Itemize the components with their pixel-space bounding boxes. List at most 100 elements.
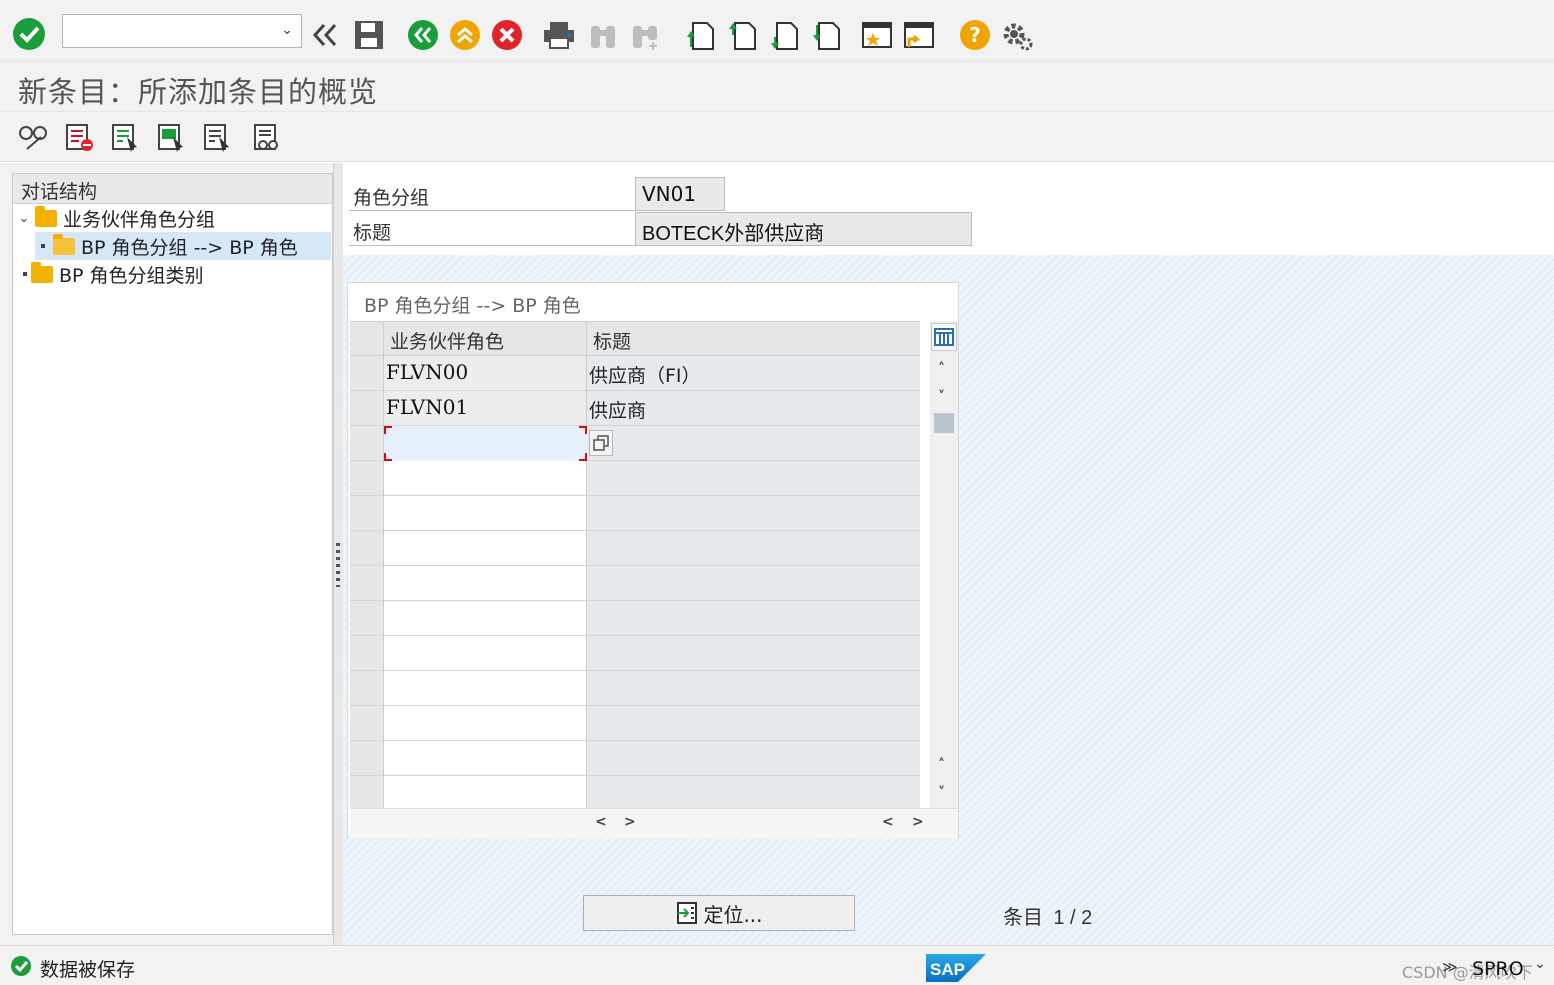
scroll-left-icon[interactable]: < [595, 814, 607, 830]
role-cell[interactable] [384, 531, 587, 566]
role-cell[interactable] [384, 706, 587, 741]
table-row[interactable] [350, 601, 920, 636]
tree-item-group-category[interactable]: BP 角色分组类别 [17, 260, 204, 288]
find-icon[interactable] [586, 18, 620, 52]
tree-item-label: 业务伙伴角色分组 [63, 208, 216, 231]
table-settings-icon[interactable] [931, 323, 957, 351]
role-cell[interactable] [384, 636, 587, 671]
detail-area: 角色分组 VN01 标题 BOTECK外部供应商 BP 角色分组 --> BP … [343, 163, 1554, 945]
pane-splitter[interactable] [333, 163, 343, 945]
chevron-down-icon[interactable]: ⌄ [1534, 956, 1546, 972]
scroll-up-icon[interactable]: ˄ [938, 361, 945, 377]
svg-text:SAP: SAP [930, 960, 965, 979]
print-icon[interactable] [542, 18, 576, 52]
scroll-page-up-icon[interactable]: ˄ [938, 757, 945, 773]
title-cell [587, 496, 920, 531]
table-row[interactable] [350, 461, 920, 496]
first-page-icon[interactable] [682, 18, 716, 52]
row-selector[interactable] [350, 426, 384, 461]
help-icon[interactable]: ? [958, 18, 992, 52]
transaction-code[interactable]: SPRO [1472, 958, 1524, 980]
settings-gear-icon[interactable] [1000, 18, 1034, 52]
status-bar: 数据被保存 SAP CSDN @清风吹下 ≫ SPRO ⌄ [0, 945, 1554, 985]
table-row[interactable] [350, 706, 920, 741]
row-selector-header[interactable] [350, 322, 384, 356]
table-row[interactable] [350, 566, 920, 601]
role-group-field: VN01 [635, 177, 725, 211]
scroll-right-icon[interactable]: > [912, 814, 924, 830]
chevron-down-icon[interactable]: ⌄ [17, 211, 31, 226]
role-cell[interactable] [384, 776, 587, 809]
entry-value: 1 / 2 [1053, 907, 1093, 929]
role-cell[interactable] [384, 496, 587, 531]
scroll-left-icon[interactable]: < [882, 814, 894, 830]
print-preview-icon[interactable] [250, 120, 284, 154]
expand-status-icon[interactable]: ≫ [1442, 958, 1458, 976]
tree-item-role-grouping[interactable]: ⌄ 业务伙伴角色分组 [17, 204, 215, 232]
splitter-grip-icon[interactable] [336, 543, 340, 587]
collapse-left-icon[interactable] [308, 18, 342, 52]
roles-table-panel: BP 角色分组 --> BP 角色 业务伙伴角色 标题 FLVN00 供应商（F… [347, 282, 959, 838]
tree-header: 对话结构 [13, 174, 332, 204]
folder-icon [35, 205, 57, 227]
role-group-row: 角色分组 VN01 [349, 177, 725, 211]
role-cell[interactable] [384, 601, 587, 636]
last-page-icon[interactable] [808, 18, 842, 52]
value-help-icon[interactable] [589, 430, 613, 456]
table-row[interactable] [350, 531, 920, 566]
cancel-icon[interactable] [490, 18, 524, 52]
scroll-down-icon[interactable]: ˅ [938, 389, 945, 405]
role-cell[interactable] [384, 461, 587, 496]
dialog-structure-pane: 对话结构 ⌄ 业务伙伴角色分组 BP 角色分组 --> BP 角色 BP 角色分… [0, 163, 343, 945]
table-row[interactable] [350, 776, 920, 809]
command-field[interactable]: ⌄ [62, 14, 302, 48]
scroll-thumb[interactable] [934, 413, 954, 433]
table-row-input[interactable] [350, 426, 920, 461]
svg-text:?: ? [969, 23, 981, 47]
row-selector[interactable] [350, 356, 384, 391]
title-cell: 供应商 [587, 391, 920, 426]
scroll-right-icon[interactable]: > [624, 814, 636, 830]
vertical-scrollbar[interactable]: ˄ ˅ ˄ ˅ [930, 321, 958, 808]
table-row[interactable]: FLVN00 供应商（FI） [350, 356, 920, 391]
position-button[interactable]: 定位... [583, 895, 855, 931]
sap-logo-icon: SAP [926, 954, 986, 982]
title-cell: 供应商（FI） [587, 356, 920, 391]
exit-icon[interactable] [448, 18, 482, 52]
generate-shortcut-icon[interactable] [902, 18, 936, 52]
title-cell [587, 531, 920, 566]
previous-page-icon[interactable] [724, 18, 758, 52]
table-row[interactable] [350, 636, 920, 671]
select-block-icon[interactable] [154, 120, 188, 154]
back-icon[interactable] [406, 18, 440, 52]
save-icon[interactable] [352, 18, 386, 52]
deselect-all-icon[interactable] [200, 120, 234, 154]
find-next-icon[interactable] [628, 18, 662, 52]
role-cell: FLVN00 [384, 356, 587, 391]
folder-open-icon [53, 233, 75, 255]
next-page-icon[interactable] [766, 18, 800, 52]
role-cell[interactable] [384, 566, 587, 601]
role-cell[interactable] [384, 671, 587, 706]
table-row[interactable] [350, 741, 920, 776]
role-cell[interactable] [384, 741, 587, 776]
status-message[interactable]: 数据被保存 [40, 955, 135, 982]
horizontal-scrollbar[interactable]: < > < > [350, 808, 958, 838]
chevron-down-icon[interactable]: ⌄ [281, 22, 293, 38]
table-row[interactable]: FLVN01 供应商 [350, 391, 920, 426]
select-all-icon[interactable] [108, 120, 142, 154]
enter-check-icon[interactable] [12, 17, 46, 51]
row-selector[interactable] [350, 391, 384, 426]
table-row[interactable] [350, 496, 920, 531]
table-row[interactable] [350, 671, 920, 706]
create-session-icon[interactable] [860, 18, 894, 52]
column-header-title[interactable]: 标题 [587, 322, 920, 356]
delete-entry-icon[interactable] [62, 120, 96, 154]
role-cell: FLVN01 [384, 391, 587, 426]
title-cell [587, 636, 920, 671]
column-header-role[interactable]: 业务伙伴角色 [384, 322, 587, 356]
display-change-icon[interactable] [16, 120, 50, 154]
role-input-cell[interactable] [384, 426, 587, 461]
tree-item-group-to-role[interactable]: BP 角色分组 --> BP 角色 [35, 232, 331, 260]
scroll-page-down-icon[interactable]: ˅ [938, 785, 945, 801]
